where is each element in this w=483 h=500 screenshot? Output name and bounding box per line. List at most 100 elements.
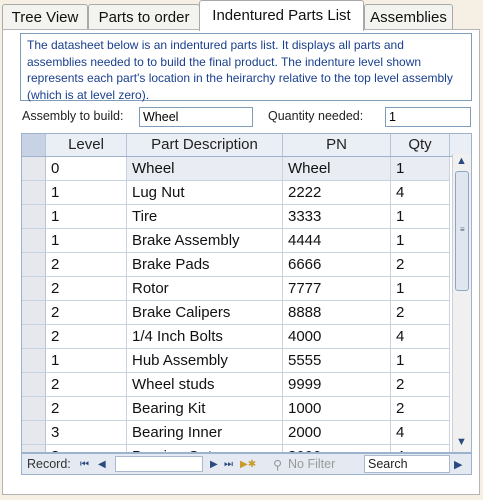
table-row[interactable]: 2 Brake Pads 6666 2 [22,253,471,277]
table-row[interactable]: 0 Wheel Wheel 1 [22,157,471,181]
record-selector[interactable] [22,421,46,445]
cell-level[interactable]: 2 [46,325,127,349]
cell-part-description[interactable]: Bearing Outer [127,445,283,452]
cell-part-description[interactable]: Hub Assembly [127,349,283,373]
table-row[interactable]: 1 Lug Nut 2222 4 [22,181,471,205]
cell-pn[interactable]: 7777 [283,277,391,301]
table-row[interactable]: 1 Brake Assembly 4444 1 [22,229,471,253]
cell-part-description[interactable]: Wheel studs [127,373,283,397]
cell-part-description[interactable]: Brake Assembly [127,229,283,253]
nav-scroll-right-icon[interactable]: ▶ [454,458,462,471]
cell-qty[interactable]: 1 [391,205,450,229]
cell-level[interactable]: 2 [46,301,127,325]
record-selector[interactable] [22,229,46,253]
tab-assemblies[interactable]: Assemblies [364,4,453,30]
cell-level[interactable]: 2 [46,277,127,301]
cell-qty[interactable]: 1 [391,349,450,373]
cell-pn[interactable]: 2222 [283,181,391,205]
table-row[interactable]: 2 Rotor 7777 1 [22,277,471,301]
table-row[interactable]: 1 Hub Assembly 5555 1 [22,349,471,373]
cell-pn[interactable]: 5555 [283,349,391,373]
record-selector[interactable] [22,373,46,397]
cell-qty[interactable]: 2 [391,373,450,397]
cell-pn[interactable]: 3333 [283,205,391,229]
quantity-input[interactable]: 1 [385,107,471,127]
record-selector[interactable] [22,349,46,373]
record-number-input[interactable] [115,456,203,472]
table-row[interactable]: 2 1/4 Inch Bolts 4000 4 [22,325,471,349]
table-row[interactable]: 2 Wheel studs 9999 2 [22,373,471,397]
no-filter-label[interactable]: No Filter [288,457,335,471]
scroll-down-icon[interactable]: ▼ [456,436,467,448]
tab-tree-view[interactable]: Tree View [2,4,88,30]
cell-part-description[interactable]: Bearing Inner [127,421,283,445]
column-header-part-description[interactable]: Part Description [127,134,283,156]
search-input[interactable]: Search [364,455,450,473]
scroll-up-icon[interactable]: ▲ [456,155,467,167]
cell-level[interactable]: 2 [46,373,127,397]
cell-level[interactable]: 1 [46,349,127,373]
record-selector[interactable] [22,253,46,277]
record-selector[interactable] [22,277,46,301]
tab-parts-to-order[interactable]: Parts to order [88,4,200,30]
first-record-icon[interactable]: ⏮ [80,459,89,470]
cell-part-description[interactable]: Rotor [127,277,283,301]
cell-qty[interactable]: 1 [391,229,450,253]
cell-pn[interactable]: 9999 [283,373,391,397]
cell-part-description[interactable]: Bearing Kit [127,397,283,421]
cell-part-description[interactable]: Brake Calipers [127,301,283,325]
scrollbar-thumb[interactable]: ≡ [455,171,469,291]
record-selector[interactable] [22,157,46,181]
table-row[interactable]: 3 Bearing Inner 2000 4 [22,421,471,445]
cell-part-description[interactable]: Wheel [127,157,283,181]
cell-part-description[interactable]: Brake Pads [127,253,283,277]
record-selector[interactable] [22,445,46,452]
last-record-icon[interactable]: ⏭ [224,459,233,470]
cell-pn[interactable]: 6666 [283,253,391,277]
cell-qty[interactable]: 1 [391,277,450,301]
cell-qty[interactable]: 2 [391,301,450,325]
cell-pn[interactable]: 1000 [283,397,391,421]
cell-qty[interactable]: 4 [391,325,450,349]
cell-qty[interactable]: 4 [391,181,450,205]
column-header-level[interactable]: Level [46,134,127,156]
cell-level[interactable]: 2 [46,397,127,421]
cell-qty[interactable]: 4 [391,421,450,445]
cell-pn[interactable]: Wheel [283,157,391,181]
previous-record-icon[interactable]: ◀ [98,459,106,470]
cell-level[interactable]: 0 [46,157,127,181]
record-selector[interactable] [22,301,46,325]
tab-indentured-parts-list[interactable]: Indentured Parts List [199,0,364,31]
column-header-qty[interactable]: Qty [391,134,450,156]
table-row[interactable]: 3 Bearing Outer 3000 4 [22,445,471,452]
next-record-icon[interactable]: ▶ [210,459,218,470]
cell-level[interactable]: 2 [46,253,127,277]
column-header-pn[interactable]: PN [283,134,391,156]
cell-level[interactable]: 1 [46,229,127,253]
cell-level[interactable]: 3 [46,421,127,445]
cell-part-description[interactable]: Lug Nut [127,181,283,205]
cell-level[interactable]: 3 [46,445,127,452]
vertical-scrollbar[interactable]: ▲ ≡ ▼ [452,154,471,452]
record-selector[interactable] [22,397,46,421]
cell-qty[interactable]: 2 [391,397,450,421]
record-selector[interactable] [22,325,46,349]
cell-qty[interactable]: 1 [391,157,450,181]
cell-part-description[interactable]: 1/4 Inch Bolts [127,325,283,349]
cell-qty[interactable]: 2 [391,253,450,277]
cell-part-description[interactable]: Tire [127,205,283,229]
cell-pn[interactable]: 3000 [283,445,391,452]
select-all-corner[interactable] [22,134,46,156]
record-selector[interactable] [22,181,46,205]
cell-pn[interactable]: 2000 [283,421,391,445]
cell-pn[interactable]: 4000 [283,325,391,349]
cell-level[interactable]: 1 [46,181,127,205]
cell-level[interactable]: 1 [46,205,127,229]
filter-icon[interactable]: ⚲ [273,457,282,472]
cell-pn[interactable]: 8888 [283,301,391,325]
assembly-input[interactable]: Wheel [139,107,253,127]
new-record-icon[interactable]: ▶✱ [240,459,256,470]
cell-qty[interactable]: 4 [391,445,450,452]
table-row[interactable]: 2 Brake Calipers 8888 2 [22,301,471,325]
record-selector[interactable] [22,205,46,229]
